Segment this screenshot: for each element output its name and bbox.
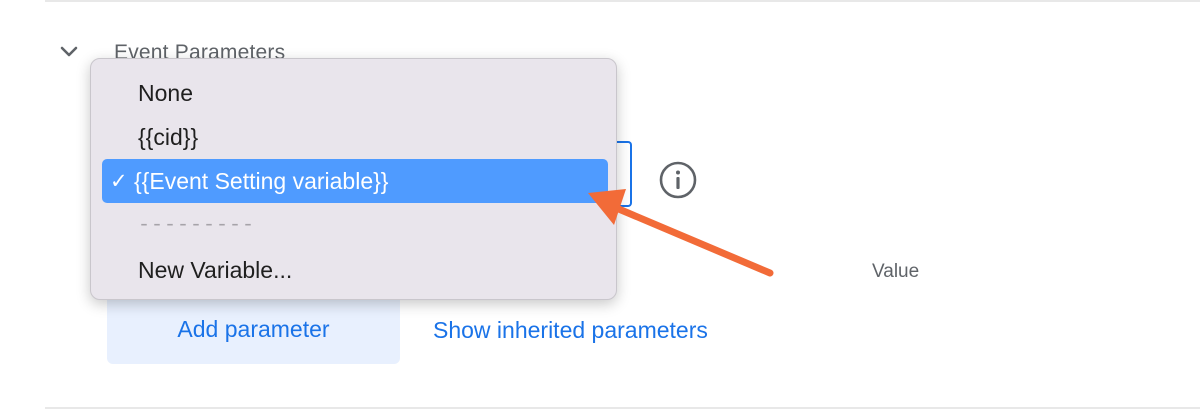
option-new-variable[interactable]: New Variable... [138,257,292,284]
add-parameter-button[interactable]: Add parameter [107,290,400,364]
bottom-divider [45,407,1200,409]
orange-arrow-annotation [588,189,774,277]
option-event-setting-variable[interactable]: ✓ {{Event Setting variable}} [102,159,608,203]
chevron-down-icon[interactable] [58,44,80,60]
variable-dropdown-menu: None {{cid}} ✓ {{Event Setting variable}… [90,58,617,300]
option-none[interactable]: None [138,80,193,107]
show-inherited-parameters-link[interactable]: Show inherited parameters [433,317,708,344]
option-label: {{Event Setting variable}} [134,167,389,194]
checkmark-icon: ✓ [110,169,128,193]
top-divider [45,0,1200,2]
value-column-header: Value [872,261,920,282]
option-cid[interactable]: {{cid}} [138,124,198,151]
menu-separator: --------- [138,214,256,237]
